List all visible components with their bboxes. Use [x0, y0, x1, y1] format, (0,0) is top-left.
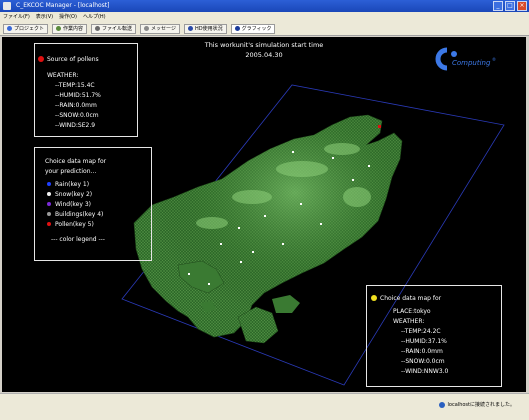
title-bar: C_EKCOC Manager - [localhost] _ □ ×: [0, 0, 529, 12]
tab-label: ファイル転送: [102, 26, 133, 32]
menu-help[interactable]: ヘルプ(H): [83, 12, 106, 22]
legend-footer: --- color legend ---: [51, 236, 105, 243]
graphics-icon: [234, 26, 240, 31]
menu-operation[interactable]: 操作(O): [59, 12, 77, 22]
pollen-dot-icon: [47, 222, 51, 226]
wind-dot-icon: [47, 202, 51, 206]
rain-dot-icon: [47, 182, 51, 186]
tab-label: プロジェクト: [14, 26, 45, 32]
land-ridge-shading: [134, 115, 402, 337]
simulation-start-label: This workunit's simulation start time: [204, 41, 324, 49]
place-snow: --SNOW:0.0cm: [401, 358, 445, 365]
maximize-button[interactable]: □: [505, 1, 515, 11]
tab-bar: プロジェクト 作業内容 ファイル転送 メッセージ HD使用状況 グラフィック: [0, 22, 529, 36]
simulation-viewport[interactable]: This workunit's simulation start time 20…: [2, 37, 526, 392]
menu-bar: ファイル(F) 表示(V) 操作(O) ヘルプ(H): [0, 12, 529, 22]
pollen-source-panel: Source of pollens WEATHER: --TEMP:15.4C …: [34, 43, 138, 137]
place-name: PLACE:tokyo: [393, 308, 431, 315]
tab-message[interactable]: メッセージ: [140, 23, 180, 34]
message-icon: [144, 26, 150, 31]
place-wind: --WIND:NNW3.0: [401, 368, 449, 375]
window-controls: _ □ ×: [493, 1, 527, 11]
tab-disk[interactable]: HD使用状況: [183, 23, 227, 34]
pollen-humid: --HUMID:51.7%: [55, 92, 101, 99]
tab-graphics[interactable]: グラフィック: [230, 23, 276, 34]
window-title: C_EKCOC Manager - [localhost]: [16, 2, 110, 9]
pollen-snow: --SNOW:0.0cm: [55, 112, 99, 119]
tokyo-marker: [378, 125, 381, 128]
computing-logo: Computing ®: [430, 46, 500, 72]
legend-label: Rain(key 1): [55, 181, 90, 188]
tab-work[interactable]: 作業内容: [52, 23, 88, 34]
place-panel-title: Choice data map for: [380, 295, 442, 302]
place-rain: --RAIN:0.0mm: [401, 348, 443, 355]
place-data-panel: Choice data map for PLACE:tokyo WEATHER:…: [366, 285, 502, 387]
close-button[interactable]: ×: [517, 1, 527, 11]
transfer-icon: [95, 26, 101, 31]
snow-dot-icon: [47, 192, 51, 196]
status-bar: localhostに接続されました。: [0, 393, 529, 420]
pollen-panel-title: Source of pollens: [47, 56, 99, 63]
legend-choice-line2: your prediction...: [45, 168, 97, 175]
pollen-weather-label: WEATHER:: [47, 72, 79, 79]
pollen-source-marker: [38, 56, 44, 62]
disk-icon: [187, 26, 193, 31]
logo-text: Computing: [452, 59, 491, 67]
minimize-button[interactable]: _: [493, 1, 503, 11]
tab-transfer[interactable]: ファイル転送: [91, 23, 137, 34]
pollen-rain: --RAIN:0.0mm: [55, 102, 97, 109]
tab-label: グラフィック: [241, 26, 272, 32]
place-temp: --TEMP:24.2C: [401, 328, 441, 335]
simulation-start-date: 2005.04.30: [245, 51, 283, 59]
place-marker-icon: [371, 295, 377, 301]
tab-label: メッセージ: [151, 26, 176, 32]
work-icon: [56, 26, 62, 31]
app-icon: [3, 2, 11, 10]
logo-registered: ®: [492, 57, 496, 62]
tab-project[interactable]: プロジェクト: [3, 23, 49, 34]
pollen-wind: --WIND:SE2.9: [55, 122, 96, 129]
legend-label: Pollen(key 5): [55, 221, 94, 228]
pollen-temp: --TEMP:15.4C: [55, 82, 95, 89]
connection-icon: [438, 401, 445, 408]
status-text: localhostに接続されました。: [447, 402, 515, 408]
color-legend-panel: Choice data map for your prediction... R…: [34, 147, 152, 261]
connection-status: localhostに接続されました。: [438, 401, 515, 408]
legend-label: Snow(key 2): [55, 191, 93, 198]
tab-label: 作業内容: [63, 26, 84, 32]
menu-file[interactable]: ファイル(F): [3, 12, 30, 22]
legend-label: Buildings(key 4): [55, 211, 104, 218]
place-humid: --HUMID:37.1%: [401, 338, 447, 345]
legend-label: Wind(key 3): [55, 201, 91, 208]
tab-label: HD使用状況: [194, 26, 223, 32]
project-icon: [7, 26, 12, 31]
legend-choice-line1: Choice data map for: [45, 158, 107, 165]
buildings-dot-icon: [47, 212, 51, 216]
place-weather-label: WEATHER:: [393, 318, 425, 325]
simulation-header: This workunit's simulation start time 20…: [162, 41, 366, 59]
menu-view[interactable]: 表示(V): [36, 12, 53, 22]
